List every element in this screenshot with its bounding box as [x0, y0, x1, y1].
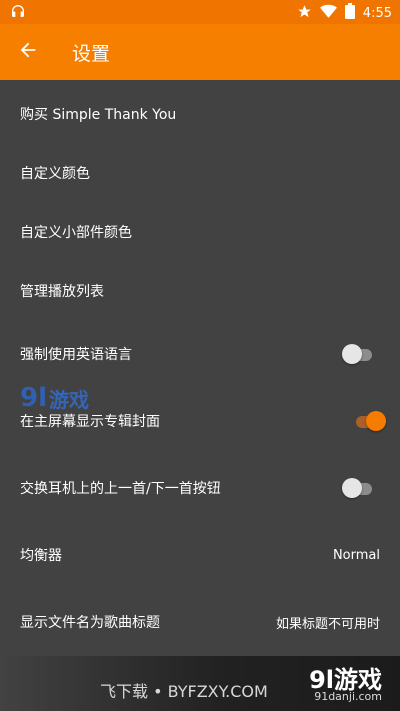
setting-manage-playlists[interactable]: 管理播放列表 — [0, 271, 400, 311]
setting-filename-as-title[interactable]: 显示文件名为歌曲标题 如果标题不可用时 — [0, 602, 400, 642]
setting-label: 自定义颜色 — [20, 166, 90, 182]
arrow-left-icon — [17, 39, 39, 65]
setting-label: 管理播放列表 — [20, 284, 104, 300]
watermark-url: 91danji.com — [314, 690, 382, 703]
battery-icon — [344, 3, 355, 23]
force-english-toggle[interactable] — [342, 343, 376, 365]
headphones-icon — [10, 3, 26, 23]
watermark-text: 游戏 — [49, 387, 90, 412]
setting-force-english[interactable]: 强制使用英语语言 — [0, 334, 400, 374]
swap-headset-toggle[interactable] — [342, 477, 376, 499]
wifi-icon — [319, 4, 337, 23]
setting-swap-headset-buttons[interactable]: 交换耳机上的上一首/下一首按钮 — [0, 468, 400, 508]
star-icon — [297, 4, 312, 23]
toggle-thumb — [342, 478, 362, 498]
setting-label: 自定义小部件颜色 — [20, 225, 132, 241]
setting-label: 交换耳机上的上一首/下一首按钮 — [20, 481, 221, 497]
page-title: 设置 — [72, 42, 111, 65]
app-bar: 设置 — [0, 24, 400, 80]
setting-label: 购买 Simple Thank You — [20, 107, 177, 123]
filename-title-value: 如果标题不可用时 — [275, 616, 380, 632]
show-album-art-toggle[interactable] — [352, 410, 386, 432]
watermark-top: 9l 游戏 — [20, 383, 115, 413]
setting-label: 强制使用英语语言 — [20, 347, 132, 363]
setting-equalizer[interactable]: 均衡器 Normal — [0, 535, 400, 575]
status-time: 4:55 — [362, 5, 392, 21]
back-button[interactable] — [16, 40, 40, 64]
setting-label: 均衡器 — [20, 548, 62, 564]
setting-buy-simple[interactable]: 购买 Simple Thank You — [0, 94, 400, 134]
toggle-thumb — [366, 411, 386, 431]
watermark-fei: 飞下载 • BYFZXY.COM — [100, 682, 268, 701]
equalizer-value: Normal — [332, 547, 380, 563]
toggle-thumb — [342, 344, 362, 364]
status-bar: 4:55 — [0, 0, 400, 24]
setting-label: 显示文件名为歌曲标题 — [20, 615, 160, 631]
setting-custom-color[interactable]: 自定义颜色 — [0, 153, 400, 193]
setting-label: 在主屏幕显示专辑封面 — [20, 414, 160, 430]
setting-widget-color[interactable]: 自定义小部件颜色 — [0, 212, 400, 252]
watermark-mark: 9l — [20, 383, 48, 413]
